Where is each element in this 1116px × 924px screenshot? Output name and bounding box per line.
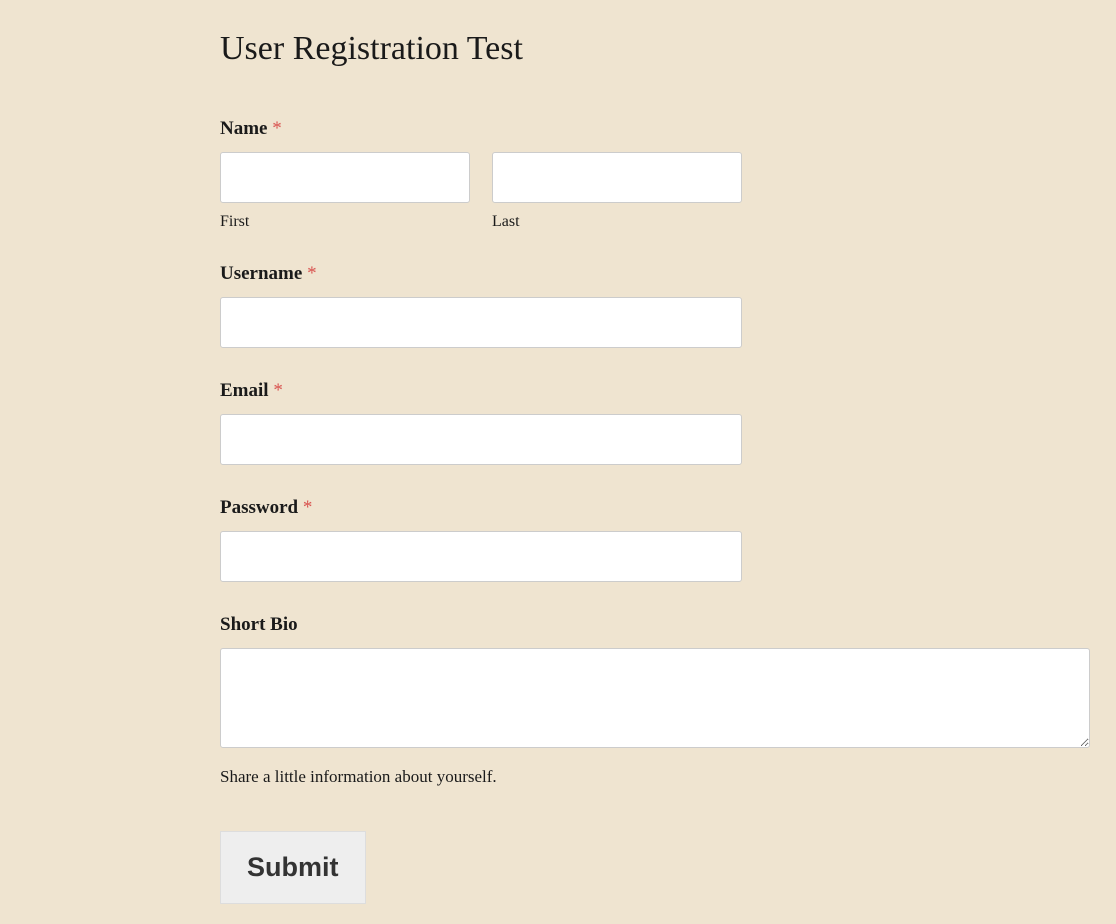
required-asterisk: * [303,497,313,518]
name-row: First Last [220,152,1090,231]
first-name-input[interactable] [220,152,470,203]
username-label: Username * [220,263,1090,285]
page-title: User Registration Test [220,30,1090,68]
password-input[interactable] [220,531,742,582]
bio-description: Share a little information about yoursel… [220,767,1090,787]
email-label-text: Email [220,380,273,401]
last-name-input[interactable] [492,152,742,203]
bio-field-group: Short Bio Share a little information abo… [220,614,1090,787]
last-name-sublabel: Last [492,213,742,231]
required-asterisk: * [273,380,283,401]
email-input[interactable] [220,414,742,465]
password-field-group: Password * [220,497,1090,582]
required-asterisk: * [272,118,282,139]
password-label-text: Password [220,497,303,518]
email-field-group: Email * [220,380,1090,465]
required-asterisk: * [307,263,317,284]
username-label-text: Username [220,263,307,284]
bio-label: Short Bio [220,614,1090,636]
registration-form: User Registration Test Name * First Last… [220,30,1090,904]
last-name-column: Last [492,152,742,231]
name-label-text: Name [220,118,272,139]
first-name-column: First [220,152,470,231]
username-field-group: Username * [220,263,1090,348]
name-field-group: Name * First Last [220,118,1090,231]
password-label: Password * [220,497,1090,519]
username-input[interactable] [220,297,742,348]
bio-textarea[interactable] [220,648,1090,748]
first-name-sublabel: First [220,213,470,231]
email-label: Email * [220,380,1090,402]
submit-button[interactable]: Submit [220,831,366,904]
name-label: Name * [220,118,1090,140]
